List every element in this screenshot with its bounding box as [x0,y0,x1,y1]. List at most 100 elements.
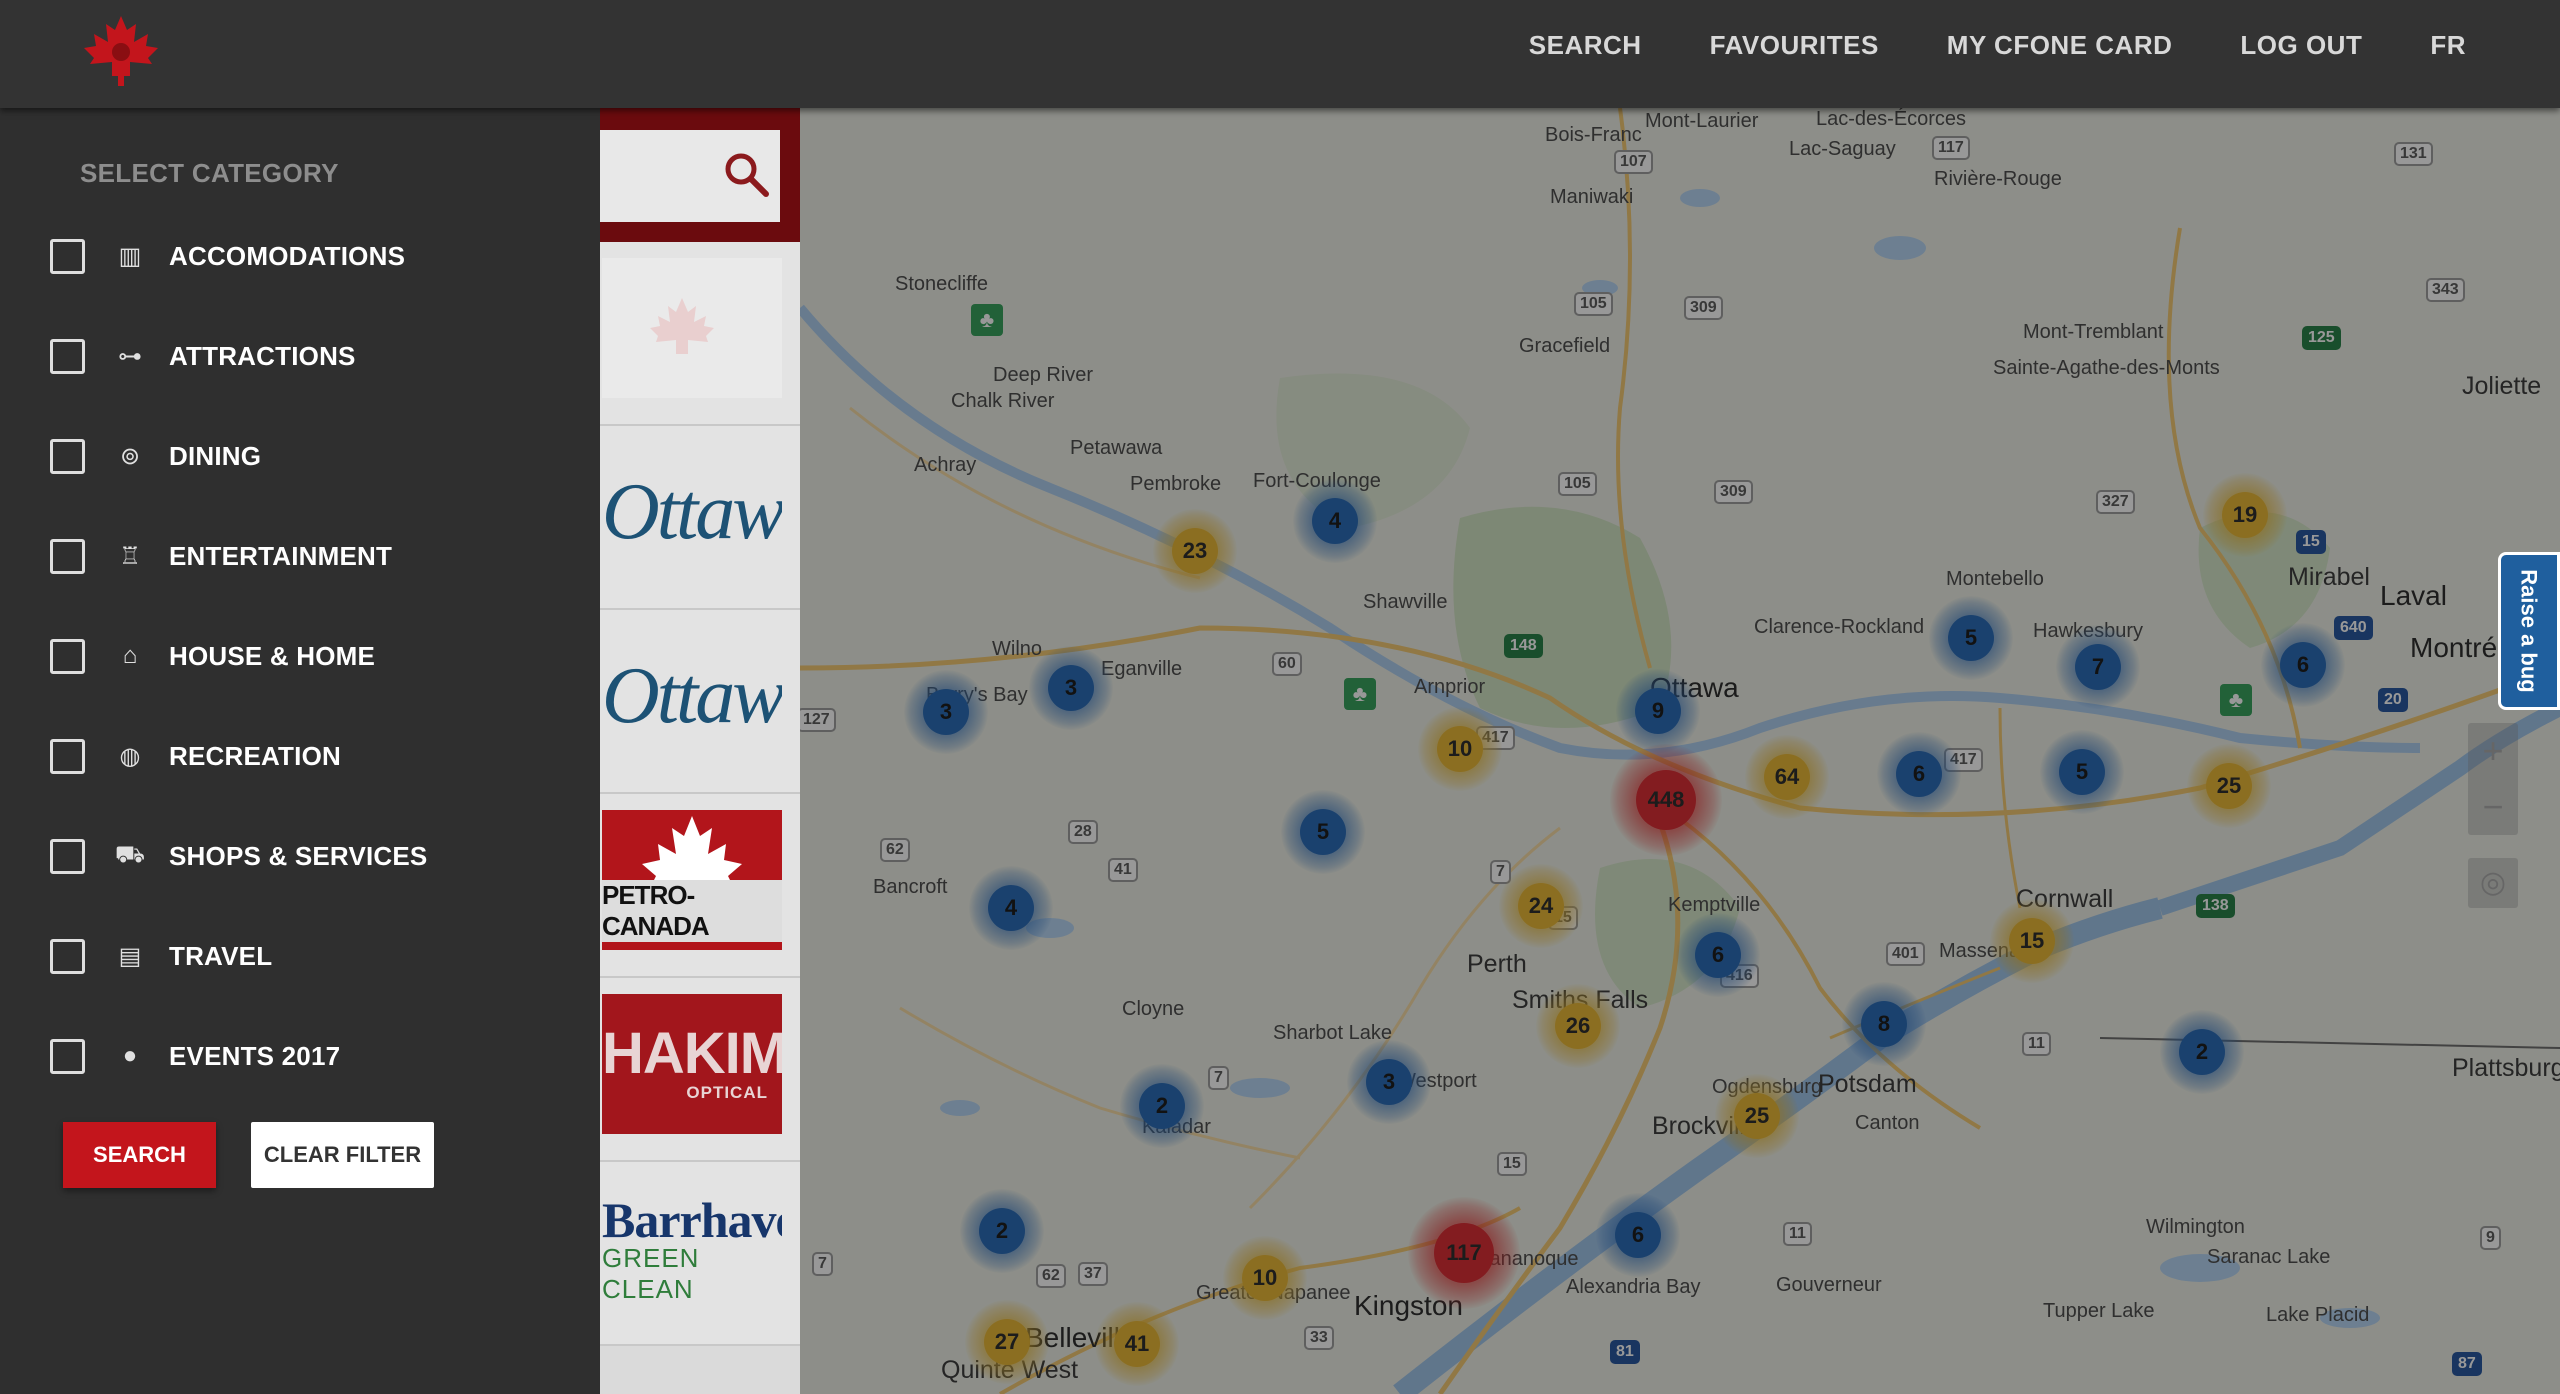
cluster-count: 3 [1048,665,1094,711]
category-label: ATTRACTIONS [169,340,356,371]
map-cluster[interactable]: 3 [904,670,988,754]
result-card[interactable]: Ottawa [600,610,800,794]
map-cluster[interactable]: 25 [2187,744,2271,828]
category-dining[interactable]: ⊚ DINING [50,434,261,478]
category-house-home[interactable]: ⌂ HOUSE & HOME [50,634,375,678]
result-card[interactable]: PETRO-CANADA [600,794,800,978]
category-checkbox[interactable] [50,438,85,474]
category-attractions[interactable]: ⊶ ATTRACTIONS [50,334,356,378]
map-cluster[interactable]: 10 [1418,707,1502,791]
result-card[interactable]: Ottawa [600,426,800,610]
nav-log-out[interactable]: LOG OUT [2240,30,2362,61]
search-button[interactable]: SEARCH [63,1122,216,1188]
category-checkbox[interactable] [50,638,85,674]
nav-favourites[interactable]: FAVOURITES [1710,30,1879,61]
category-checkbox[interactable] [50,1038,85,1074]
category-checkbox[interactable] [50,938,85,974]
map-label: Maniwaki [1550,186,1634,208]
map-cluster[interactable]: 25 [1715,1074,1799,1158]
map-cluster[interactable]: 5 [2040,730,2124,814]
map-cluster[interactable]: 2 [2160,1010,2244,1094]
cluster-count: 117 [1434,1223,1494,1283]
result-name: Ottawa [602,467,782,556]
map-cluster[interactable]: 2 [960,1189,1044,1273]
map-label: Stonecliffe [895,273,989,295]
cluster-count: 19 [2222,492,2268,538]
map-cluster[interactable]: 3 [1029,646,1113,730]
zoom-in-button[interactable]: + [2468,723,2518,779]
cluster-count: 3 [1366,1059,1412,1105]
raise-a-bug-tab[interactable]: Raise a bug [2498,552,2560,710]
map-cluster[interactable]: 8 [1842,982,1926,1066]
result-name: Ottawa [602,651,782,740]
map-label: Gouverneur [1776,1274,1882,1296]
category-travel[interactable]: ▤ TRAVEL [50,934,272,978]
result-subtitle: GREEN CLEAN [602,1243,700,1304]
map-cluster[interactable]: 23 [1153,509,1237,593]
map-cluster[interactable]: 4 [1293,479,1377,563]
result-logo-placeholder [602,258,782,398]
search-icon[interactable] [722,150,770,198]
zoom-out-button[interactable]: − [2468,779,2518,835]
maple-leaf-logo[interactable] [78,14,164,88]
map-cluster[interactable]: 6 [2261,623,2345,707]
nav-language-toggle[interactable]: FR [2430,30,2466,61]
nav-search[interactable]: SEARCH [1529,30,1642,61]
map-cluster[interactable]: 15 [1990,899,2074,983]
highway-shield: 62 [1036,1264,1066,1288]
category-checkbox[interactable] [50,838,85,874]
map-cluster[interactable]: 117 [1408,1197,1520,1309]
category-checkbox[interactable] [50,738,85,774]
map-cluster[interactable]: 7 [2056,625,2140,709]
map-label: Rivière-Rouge [1934,168,2062,190]
nav-my-cfone-card[interactable]: MY CFONE CARD [1947,30,2173,61]
highway-shield: 41 [1108,858,1138,882]
cluster-count: 2 [1139,1083,1185,1129]
map-label: Eganville [1101,658,1183,680]
park-marker-icon: ♣ [971,304,1003,336]
map-cluster[interactable]: 2 [1120,1064,1204,1148]
category-entertainment[interactable]: ♖ ENTERTAINMENT [50,534,392,578]
category-events-2017[interactable]: ● EVENTS 2017 [50,1034,340,1078]
result-card[interactable] [600,242,800,426]
map-cluster[interactable]: 27 [965,1300,1049,1384]
category-checkbox[interactable] [50,538,85,574]
map-cluster[interactable]: 9 [1616,669,1700,753]
map-label: Lac-Saguay [1789,138,1896,160]
category-recreation[interactable]: ◍ RECREATION [50,734,341,778]
category-label: ACCOMODATIONS [169,240,406,271]
map-cluster[interactable]: 448 [1610,744,1722,856]
category-label: HOUSE & HOME [169,640,376,671]
map-cluster[interactable]: 6 [1676,913,1760,997]
category-accomodations[interactable]: ▥ ACCOMODATIONS [50,234,405,278]
map-cluster[interactable]: 26 [1536,984,1620,1068]
map-cluster[interactable]: 24 [1499,864,1583,948]
highway-shield: 107 [1614,150,1653,174]
map-cluster[interactable]: 6 [1596,1193,1680,1277]
category-checkbox[interactable] [50,338,85,374]
map-cluster[interactable]: 5 [1929,596,2013,680]
map-cluster[interactable]: 5 [1281,790,1365,874]
map-label: Joliette [2462,372,2542,400]
cluster-count: 25 [1734,1093,1780,1139]
map-cluster[interactable]: 64 [1745,735,1829,819]
result-name: HAKIM [602,1021,782,1086]
map-cluster[interactable]: 6 [1877,732,1961,816]
clear-filter-button[interactable]: CLEAR FILTER [251,1122,434,1188]
result-card[interactable]: HAKIM OPTICAL [600,978,800,1162]
dot-icon: ● [122,1042,138,1069]
highway-shield: 105 [1558,472,1597,496]
result-card[interactable]: Barrhaven GREEN CLEAN [600,1162,800,1346]
map-cluster[interactable]: 19 [2203,473,2287,557]
results-list: Ottawa Ottawa PETRO-CANADA HAKIMOPTICAL … [600,108,800,1394]
result-subtitle: OPTICAL [686,1083,768,1102]
category-checkbox[interactable] [50,238,85,274]
map-cluster[interactable]: 41 [1095,1302,1179,1386]
my-location-icon[interactable]: ◎ [2468,858,2518,908]
map-cluster[interactable]: 3 [1347,1040,1431,1124]
map-cluster[interactable]: 4 [969,866,1053,950]
cluster-count: 4 [1312,498,1358,544]
category-shops-services[interactable]: ⛟ SHOPS & SERVICES [50,834,427,878]
map-cluster[interactable]: 10 [1223,1236,1307,1320]
top-navigation-bar: SEARCH FAVOURITES MY CFONE CARD LOG OUT … [0,0,2560,108]
